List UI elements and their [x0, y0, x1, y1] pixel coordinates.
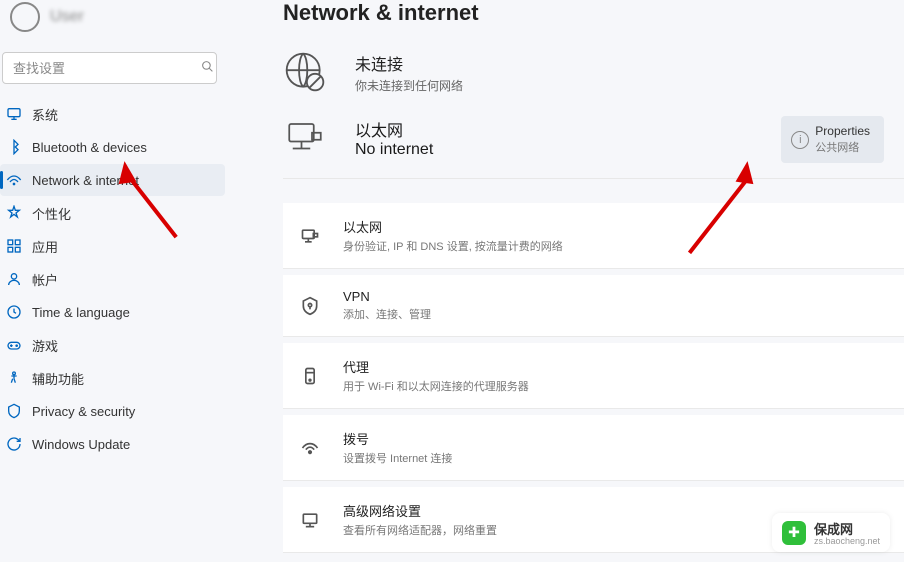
- sidebar-item-access[interactable]: 辅助功能: [0, 362, 225, 394]
- sidebar-item-label: 应用: [32, 237, 58, 256]
- info-icon: i: [791, 131, 809, 149]
- sidebar-item-network[interactable]: Network & internet: [0, 164, 225, 196]
- dial-icon: [299, 437, 321, 459]
- card-sub: 添加、连接、管理: [343, 306, 431, 322]
- sidebar-item-update[interactable]: Windows Update: [0, 428, 225, 460]
- access-icon: [6, 370, 22, 386]
- watermark-badge-icon: ✚: [782, 521, 806, 545]
- page-title: Network & internet: [283, 0, 904, 26]
- sidebar-item-label: Bluetooth & devices: [32, 140, 147, 155]
- update-icon: [6, 436, 22, 452]
- watermark: ✚ 保成网 zs.baocheng.net: [772, 513, 890, 552]
- settings-card-proxy[interactable]: 代理用于 Wi-Fi 和以太网连接的代理服务器: [283, 343, 904, 409]
- sidebar-item-label: Time & language: [32, 305, 130, 320]
- sidebar-item-label: 个性化: [32, 204, 71, 223]
- card-title: 拨号: [343, 429, 452, 448]
- search-input[interactable]: [3, 61, 199, 76]
- card-sub: 用于 Wi-Fi 和以太网连接的代理服务器: [343, 378, 529, 394]
- sidebar-item-privacy[interactable]: Privacy & security: [0, 395, 225, 427]
- settings-card-eth[interactable]: 以太网身份验证, IP 和 DNS 设置, 按流量计费的网络: [283, 203, 904, 269]
- globe-blocked-icon: [283, 50, 327, 94]
- card-sub: 身份验证, IP 和 DNS 设置, 按流量计费的网络: [343, 238, 563, 254]
- vpn-icon: [299, 295, 321, 317]
- sidebar-item-label: 帐户: [32, 270, 58, 289]
- status-title: 未连接: [355, 51, 463, 75]
- network-status: 未连接 你未连接到任何网络: [283, 50, 904, 94]
- card-title: 以太网: [343, 217, 563, 236]
- user-account[interactable]: User: [0, 0, 225, 34]
- accounts-icon: [6, 271, 22, 287]
- eth-icon: [299, 225, 321, 247]
- settings-card-dial[interactable]: 拨号设置拨号 Internet 连接: [283, 415, 904, 481]
- properties-sub: 公共网络: [815, 139, 870, 155]
- bluetooth-icon: [6, 139, 22, 155]
- search-input-wrapper[interactable]: [2, 52, 217, 84]
- proxy-icon: [299, 365, 321, 387]
- sidebar-item-label: Privacy & security: [32, 404, 135, 419]
- sidebar-item-label: Network & internet: [32, 173, 139, 188]
- sidebar-item-bluetooth[interactable]: Bluetooth & devices: [0, 131, 225, 163]
- properties-title: Properties: [815, 124, 870, 138]
- card-title: VPN: [343, 289, 431, 304]
- sidebar-item-label: Windows Update: [32, 437, 130, 452]
- card-sub: 查看所有网络适配器，网络重置: [343, 522, 497, 538]
- avatar-icon: [10, 2, 40, 32]
- adv-icon: [299, 509, 321, 531]
- sidebar-item-accounts[interactable]: 帐户: [0, 263, 225, 295]
- status-sub: 你未连接到任何网络: [355, 77, 463, 94]
- time-icon: [6, 304, 22, 320]
- card-title: 代理: [343, 357, 529, 376]
- sidebar-item-time[interactable]: Time & language: [0, 296, 225, 328]
- card-title: 高级网络设置: [343, 501, 497, 520]
- ethernet-row: 以太网 No internet i Properties 公共网络: [283, 100, 904, 179]
- ethernet-icon: [283, 116, 327, 160]
- sidebar-item-gaming[interactable]: 游戏: [0, 329, 225, 361]
- sidebar-item-label: 辅助功能: [32, 369, 84, 388]
- watermark-url: zs.baocheng.net: [814, 536, 880, 546]
- ethernet-sub: No internet: [355, 141, 433, 159]
- gaming-icon: [6, 337, 22, 353]
- sidebar-item-personal[interactable]: 个性化: [0, 197, 225, 229]
- sidebar-nav: 系统 Bluetooth & devices Network & internet 个…: [0, 98, 225, 460]
- sidebar-item-apps[interactable]: 应用: [0, 230, 225, 262]
- user-name: User: [50, 8, 84, 26]
- search-icon: [199, 60, 216, 76]
- properties-button[interactable]: i Properties 公共网络: [781, 116, 884, 163]
- sidebar-item-system[interactable]: 系统: [0, 98, 225, 130]
- sidebar-item-label: 游戏: [32, 336, 58, 355]
- personal-icon: [6, 205, 22, 221]
- system-icon: [6, 106, 22, 122]
- card-sub: 设置拨号 Internet 连接: [343, 450, 452, 466]
- apps-icon: [6, 238, 22, 254]
- network-icon: [6, 172, 22, 188]
- settings-card-vpn[interactable]: VPN 添加、连接、管理: [283, 275, 904, 337]
- privacy-icon: [6, 403, 22, 419]
- ethernet-title: 以太网: [355, 117, 433, 141]
- sidebar-item-label: 系统: [32, 105, 58, 124]
- settings-list: 以太网身份验证, IP 和 DNS 设置, 按流量计费的网络 VPN 添加、连接、管…: [283, 203, 904, 553]
